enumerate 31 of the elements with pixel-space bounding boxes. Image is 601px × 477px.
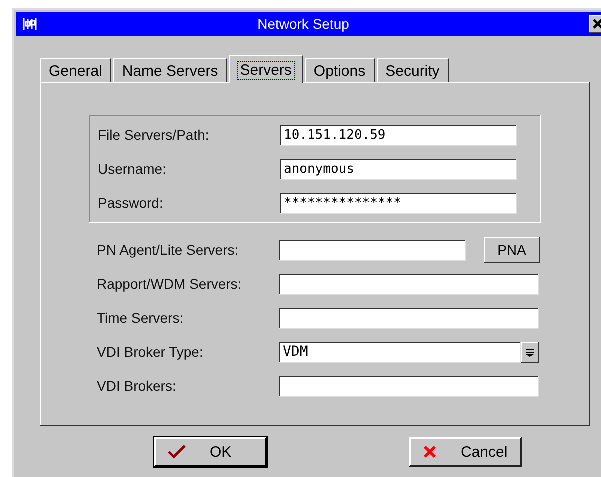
cross-icon <box>423 445 437 459</box>
field-label: Password: <box>98 195 164 211</box>
field-label: Rapport/WDM Servers: <box>97 276 243 292</box>
dropdown-field[interactable]: VDM <box>279 342 521 362</box>
dropdown-arrow-icon <box>526 348 534 356</box>
tab[interactable]: Options <box>304 58 375 82</box>
input-field[interactable] <box>279 240 466 260</box>
cancel-button[interactable]: Cancel <box>409 437 522 467</box>
input-field[interactable]: anonymous <box>280 158 517 180</box>
input-field[interactable] <box>279 274 539 294</box>
tab[interactable]: Security <box>376 58 449 82</box>
field-label: PN Agent/Lite Servers: <box>97 242 240 258</box>
field-label: Username: <box>98 161 168 177</box>
field-label: VDI Broker Type: <box>97 344 204 360</box>
input-field[interactable] <box>279 308 539 328</box>
field-label: VDI Brokers: <box>97 378 178 394</box>
tab[interactable]: General <box>40 58 112 82</box>
close-icon <box>593 19 601 29</box>
field-label: File Servers/Path: <box>98 127 210 143</box>
input-field[interactable]: *************** <box>280 192 517 214</box>
tab[interactable]: Servers <box>229 55 303 83</box>
pna-button[interactable]: PNA <box>484 237 540 263</box>
ok-button[interactable]: OK <box>154 437 267 467</box>
input-field[interactable] <box>279 376 539 396</box>
tab[interactable]: Name Servers <box>113 58 228 82</box>
network-icon <box>22 16 38 32</box>
checkmark-icon <box>168 445 186 459</box>
input-field[interactable]: 10.151.120.59 <box>280 124 517 146</box>
window-title: Network Setup <box>256 16 350 32</box>
field-label: Time Servers: <box>97 310 185 326</box>
dropdown-button[interactable] <box>521 342 539 362</box>
